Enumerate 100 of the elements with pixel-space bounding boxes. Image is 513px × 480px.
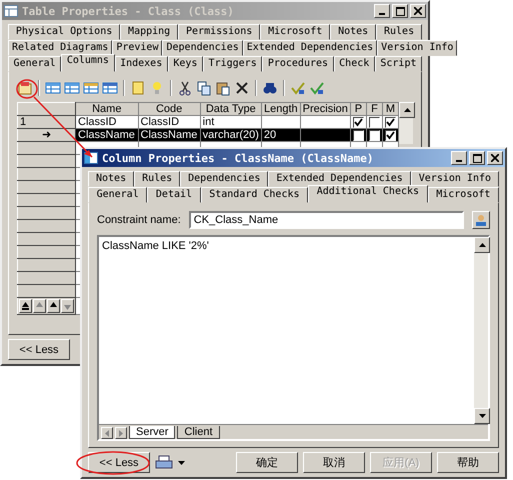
user-icon bbox=[475, 214, 487, 226]
sheet-tab[interactable]: Server bbox=[129, 426, 176, 439]
tab[interactable]: Additional Checks bbox=[308, 185, 428, 203]
window-icon bbox=[4, 5, 18, 17]
dialog-button[interactable]: 确定 bbox=[236, 452, 298, 473]
move-up-button[interactable] bbox=[47, 299, 60, 313]
table-icon[interactable] bbox=[45, 80, 61, 96]
check-icon[interactable] bbox=[309, 80, 325, 96]
tab[interactable]: Permissions bbox=[178, 24, 260, 40]
move-down-button[interactable] bbox=[61, 299, 74, 313]
table-cell: ClassName bbox=[138, 128, 200, 142]
column-header[interactable]: Length bbox=[261, 102, 300, 116]
properties-icon[interactable] bbox=[17, 80, 33, 96]
field-label: Constraint name: bbox=[97, 214, 181, 226]
table-icon[interactable] bbox=[102, 80, 118, 96]
checkbox[interactable] bbox=[352, 116, 364, 128]
printer-icon[interactable] bbox=[155, 454, 173, 470]
tab[interactable]: Physical Options bbox=[8, 24, 120, 40]
arrow-up-icon bbox=[404, 108, 410, 112]
note-icon[interactable] bbox=[130, 80, 146, 96]
scroll-left-button[interactable] bbox=[101, 427, 113, 439]
column-header[interactable]: Name bbox=[76, 102, 138, 116]
tab[interactable]: Triggers bbox=[203, 56, 262, 72]
table-cell: 20 bbox=[264, 130, 276, 140]
dialog-button[interactable]: 取消 bbox=[303, 452, 365, 473]
tab[interactable]: Rules bbox=[134, 171, 180, 187]
move-top-button[interactable] bbox=[19, 299, 32, 313]
expression-editor[interactable]: ClassName LIKE '2%' Server Client bbox=[97, 235, 490, 441]
copy-icon[interactable] bbox=[196, 80, 212, 96]
check-icon[interactable] bbox=[290, 80, 306, 96]
table-icon[interactable] bbox=[83, 80, 99, 96]
checkbox[interactable] bbox=[352, 130, 364, 140]
user-button[interactable] bbox=[472, 211, 490, 229]
tab[interactable]: Dependencies bbox=[162, 40, 243, 56]
delete-icon[interactable] bbox=[234, 80, 250, 96]
tab[interactable]: Microsoft bbox=[260, 24, 330, 40]
tab[interactable]: Notes bbox=[330, 24, 376, 40]
arrow-down-icon bbox=[478, 414, 486, 418]
tab[interactable]: Rules bbox=[376, 24, 422, 40]
tab[interactable]: Mapping bbox=[120, 24, 178, 40]
tab[interactable]: Microsoft bbox=[428, 187, 499, 203]
constraint-name-field[interactable]: CK_Class_Name bbox=[188, 211, 464, 229]
tab[interactable]: Notes bbox=[88, 171, 134, 187]
scroll-right-button[interactable] bbox=[115, 427, 127, 439]
minimize-button[interactable] bbox=[451, 151, 467, 165]
scissors-icon[interactable] bbox=[177, 80, 193, 96]
sheet-tab[interactable]: Client bbox=[177, 426, 220, 439]
column-header[interactable]: Precision bbox=[300, 102, 350, 116]
table-cell: ClassName bbox=[76, 128, 138, 142]
tab[interactable]: Extended Dependencies bbox=[268, 171, 411, 187]
expression-text: ClassName LIKE '2%' bbox=[101, 239, 210, 254]
tab[interactable]: Keys bbox=[168, 56, 203, 72]
table-cell: varchar(20) bbox=[200, 128, 262, 142]
checkbox[interactable] bbox=[384, 116, 396, 128]
window-title: Column Properties - ClassName (ClassName) bbox=[102, 152, 374, 164]
maximize-icon bbox=[396, 6, 404, 16]
tab[interactable]: Columns bbox=[61, 54, 115, 72]
tab[interactable]: Script bbox=[374, 56, 422, 72]
tab[interactable]: Check bbox=[334, 56, 375, 72]
maximize-button[interactable] bbox=[469, 151, 485, 165]
scrollbar[interactable] bbox=[474, 237, 488, 424]
tab[interactable]: Standard Checks bbox=[200, 187, 308, 203]
arrow-left-icon bbox=[105, 430, 109, 436]
tab[interactable]: Detail bbox=[147, 187, 201, 203]
move-up-button[interactable] bbox=[33, 299, 46, 313]
tab[interactable]: Version Info bbox=[377, 40, 458, 56]
arrow-down-icon bbox=[64, 302, 71, 310]
dropdown-arrow-icon[interactable] bbox=[178, 460, 185, 464]
tab[interactable]: Related Diagrams bbox=[8, 40, 112, 56]
arrow-to-top-icon bbox=[22, 302, 29, 310]
column-header[interactable]: F bbox=[366, 102, 382, 116]
tab[interactable]: Version Info bbox=[410, 171, 499, 187]
column-header[interactable]: Code bbox=[138, 102, 200, 116]
tab[interactable]: Indexes bbox=[114, 56, 168, 72]
scrollbar[interactable] bbox=[399, 102, 413, 144]
checkbox[interactable] bbox=[368, 116, 380, 128]
close-icon bbox=[414, 7, 422, 15]
paste-icon[interactable] bbox=[215, 80, 231, 96]
table-icon[interactable] bbox=[64, 80, 80, 96]
arrow-right-icon bbox=[119, 430, 123, 436]
tab[interactable]: Extended Dependencies bbox=[242, 40, 378, 56]
row-header: ➜ bbox=[18, 128, 76, 142]
column-header[interactable]: P bbox=[350, 102, 366, 116]
tab[interactable]: Procedures bbox=[262, 56, 334, 72]
checkbox[interactable] bbox=[384, 130, 396, 140]
close-icon bbox=[491, 154, 499, 162]
tab[interactable]: General bbox=[8, 56, 62, 72]
window-title: Table Properties - Class (Class) bbox=[22, 4, 234, 18]
tab[interactable]: General bbox=[88, 187, 148, 203]
tab[interactable]: Dependencies bbox=[180, 171, 268, 187]
less-button[interactable]: << Less bbox=[8, 339, 70, 360]
tab[interactable]: Preview bbox=[112, 40, 162, 56]
column-header[interactable]: Data Type bbox=[200, 102, 262, 116]
annotation-circle bbox=[16, 79, 38, 99]
column-header[interactable]: M bbox=[382, 102, 398, 116]
arrow-up-icon bbox=[478, 243, 486, 247]
table-row[interactable]: ➜ ClassName ClassName varchar(20) 20 bbox=[18, 128, 398, 142]
dialog-button[interactable]: 帮助 bbox=[437, 452, 499, 473]
close-button[interactable] bbox=[487, 151, 503, 165]
checkbox[interactable] bbox=[368, 130, 380, 140]
